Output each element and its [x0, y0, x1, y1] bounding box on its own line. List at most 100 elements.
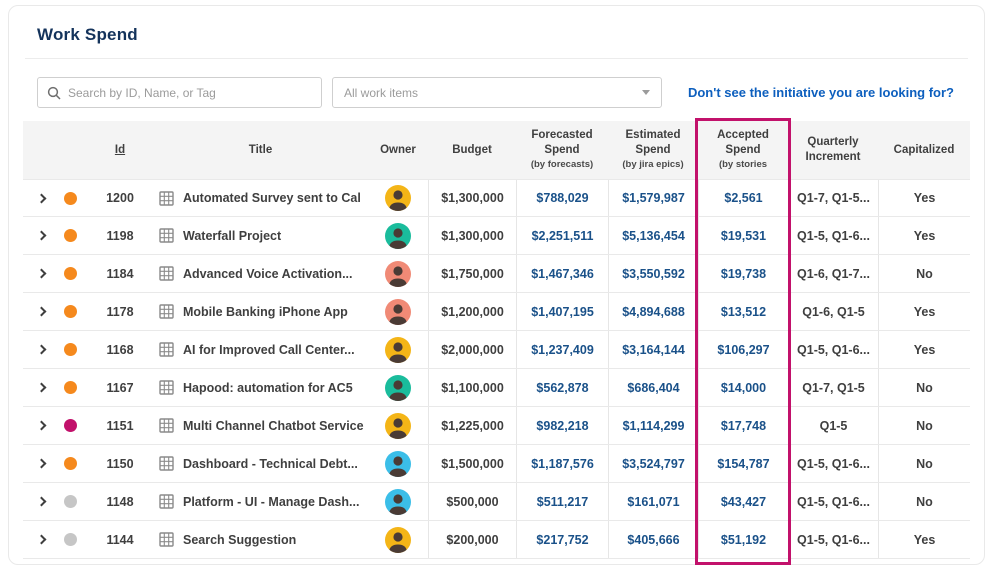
person-silhouette-icon [385, 185, 411, 211]
forecasted-spend-value[interactable]: $1,187,576 [516, 445, 608, 482]
table-row[interactable]: 1150 Dashboard - Technical Debt... $1,50… [23, 445, 970, 483]
expand-chevron-icon[interactable] [36, 231, 46, 241]
forecasted-spend-value[interactable]: $217,752 [516, 521, 608, 558]
column-header-budget[interactable]: Budget [428, 143, 516, 158]
accepted-spend-value[interactable]: $19,531 [698, 217, 788, 254]
estimated-spend-value[interactable]: $405,666 [608, 521, 698, 558]
estimated-spend-value[interactable]: $3,550,592 [608, 255, 698, 292]
expand-chevron-icon[interactable] [36, 307, 46, 317]
forecasted-spend-value[interactable]: $2,251,511 [516, 217, 608, 254]
estimated-spend-value[interactable]: $4,894,688 [608, 293, 698, 330]
estimated-spend-value[interactable]: $3,164,144 [608, 331, 698, 368]
avatar[interactable] [385, 299, 411, 325]
expand-chevron-icon[interactable] [36, 459, 46, 469]
row-title[interactable]: Automated Survey sent to Cal [183, 191, 361, 205]
avatar[interactable] [385, 527, 411, 553]
estimated-spend-value[interactable]: $1,579,987 [608, 180, 698, 216]
status-dot [64, 305, 77, 318]
expand-chevron-icon[interactable] [36, 193, 46, 203]
avatar[interactable] [385, 451, 411, 477]
expand-cell [23, 369, 53, 406]
column-header-title[interactable]: Title [153, 143, 368, 158]
table-row[interactable]: 1168 AI for Improved Call Center... $2,0… [23, 331, 970, 369]
column-header-quarterly-increment[interactable]: Quarterly Increment [788, 135, 878, 165]
accepted-spend-value[interactable]: $2,561 [698, 180, 788, 216]
table-row[interactable]: 1167 Hapood: automation for AC5 $1,100,0… [23, 369, 970, 407]
accepted-spend-value[interactable]: $106,297 [698, 331, 788, 368]
expand-chevron-icon[interactable] [36, 535, 46, 545]
initiative-help-link[interactable]: Don't see the initiative you are looking… [688, 85, 956, 100]
forecasted-spend-value[interactable]: $1,467,346 [516, 255, 608, 292]
budget-value: $1,100,000 [428, 369, 516, 406]
status-dot [64, 533, 77, 546]
owner-cell [368, 445, 428, 482]
title-cell: Waterfall Project [153, 217, 368, 254]
table-row[interactable]: 1144 Search Suggestion $200,000 $217,752… [23, 521, 970, 559]
work-item-grid-icon [159, 380, 174, 395]
expand-chevron-icon[interactable] [36, 345, 46, 355]
owner-cell [368, 180, 428, 216]
search-input[interactable] [68, 86, 312, 100]
expand-chevron-icon[interactable] [36, 421, 46, 431]
person-silhouette-icon [385, 413, 411, 439]
forecasted-spend-value[interactable]: $511,217 [516, 483, 608, 520]
estimated-spend-value[interactable]: $3,524,797 [608, 445, 698, 482]
column-header-accepted-spend[interactable]: Accepted Spend(by stories [698, 128, 788, 171]
avatar[interactable] [385, 413, 411, 439]
estimated-spend-value[interactable]: $161,071 [608, 483, 698, 520]
forecasted-spend-value[interactable]: $1,407,195 [516, 293, 608, 330]
accepted-spend-value[interactable]: $19,738 [698, 255, 788, 292]
column-header-owner[interactable]: Owner [368, 143, 428, 158]
row-title[interactable]: Multi Channel Chatbot Service [183, 419, 364, 433]
forecasted-spend-value[interactable]: $1,237,409 [516, 331, 608, 368]
expand-cell [23, 293, 53, 330]
table-row[interactable]: 1178 Mobile Banking iPhone App $1,200,00… [23, 293, 970, 331]
accepted-spend-value[interactable]: $51,192 [698, 521, 788, 558]
row-title[interactable]: Hapood: automation for AC5 [183, 381, 353, 395]
table-row[interactable]: 1184 Advanced Voice Activation... $1,750… [23, 255, 970, 293]
row-title[interactable]: Advanced Voice Activation... [183, 267, 353, 281]
forecasted-spend-value[interactable]: $982,218 [516, 407, 608, 444]
avatar[interactable] [385, 261, 411, 287]
status-cell [53, 445, 87, 482]
column-header-forecasted-spend[interactable]: Forecasted Spend(by forecasts) [516, 128, 608, 171]
table-row[interactable]: 1151 Multi Channel Chatbot Service $1,22… [23, 407, 970, 445]
accepted-spend-value[interactable]: $43,427 [698, 483, 788, 520]
expand-chevron-icon[interactable] [36, 269, 46, 279]
accepted-spend-value[interactable]: $14,000 [698, 369, 788, 406]
avatar[interactable] [385, 185, 411, 211]
owner-cell [368, 217, 428, 254]
forecasted-spend-value[interactable]: $562,878 [516, 369, 608, 406]
row-title[interactable]: Mobile Banking iPhone App [183, 305, 348, 319]
work-items-filter[interactable]: All work items [332, 77, 662, 108]
accepted-spend-value[interactable]: $154,787 [698, 445, 788, 482]
forecasted-spend-value[interactable]: $788,029 [516, 180, 608, 216]
column-header-capitalized[interactable]: Capitalized [878, 143, 970, 158]
capitalized-value: Yes [878, 180, 970, 216]
accepted-spend-value[interactable]: $17,748 [698, 407, 788, 444]
person-silhouette-icon [385, 223, 411, 249]
table-header-row: Id Title Owner Budget Forecasted Spend(b… [23, 121, 970, 179]
search-box[interactable] [37, 77, 322, 108]
expand-chevron-icon[interactable] [36, 383, 46, 393]
avatar[interactable] [385, 223, 411, 249]
row-title[interactable]: Search Suggestion [183, 533, 296, 547]
accepted-spend-value[interactable]: $13,512 [698, 293, 788, 330]
estimated-spend-value[interactable]: $5,136,454 [608, 217, 698, 254]
row-title[interactable]: Dashboard - Technical Debt... [183, 457, 358, 471]
row-title[interactable]: Platform - UI - Manage Dash... [183, 495, 359, 509]
row-title[interactable]: Waterfall Project [183, 229, 281, 243]
work-item-grid-icon [159, 304, 174, 319]
table-row[interactable]: 1200 Automated Survey sent to Cal $1,300… [23, 179, 970, 217]
table-row[interactable]: 1148 Platform - UI - Manage Dash... $500… [23, 483, 970, 521]
avatar[interactable] [385, 489, 411, 515]
column-header-id[interactable]: Id [87, 143, 153, 158]
table-row[interactable]: 1198 Waterfall Project $1,300,000 $2,251… [23, 217, 970, 255]
estimated-spend-value[interactable]: $1,114,299 [608, 407, 698, 444]
estimated-spend-value[interactable]: $686,404 [608, 369, 698, 406]
avatar[interactable] [385, 337, 411, 363]
row-title[interactable]: AI for Improved Call Center... [183, 343, 355, 357]
expand-chevron-icon[interactable] [36, 497, 46, 507]
column-header-estimated-spend[interactable]: Estimated Spend(by jira epics) [608, 128, 698, 171]
avatar[interactable] [385, 375, 411, 401]
